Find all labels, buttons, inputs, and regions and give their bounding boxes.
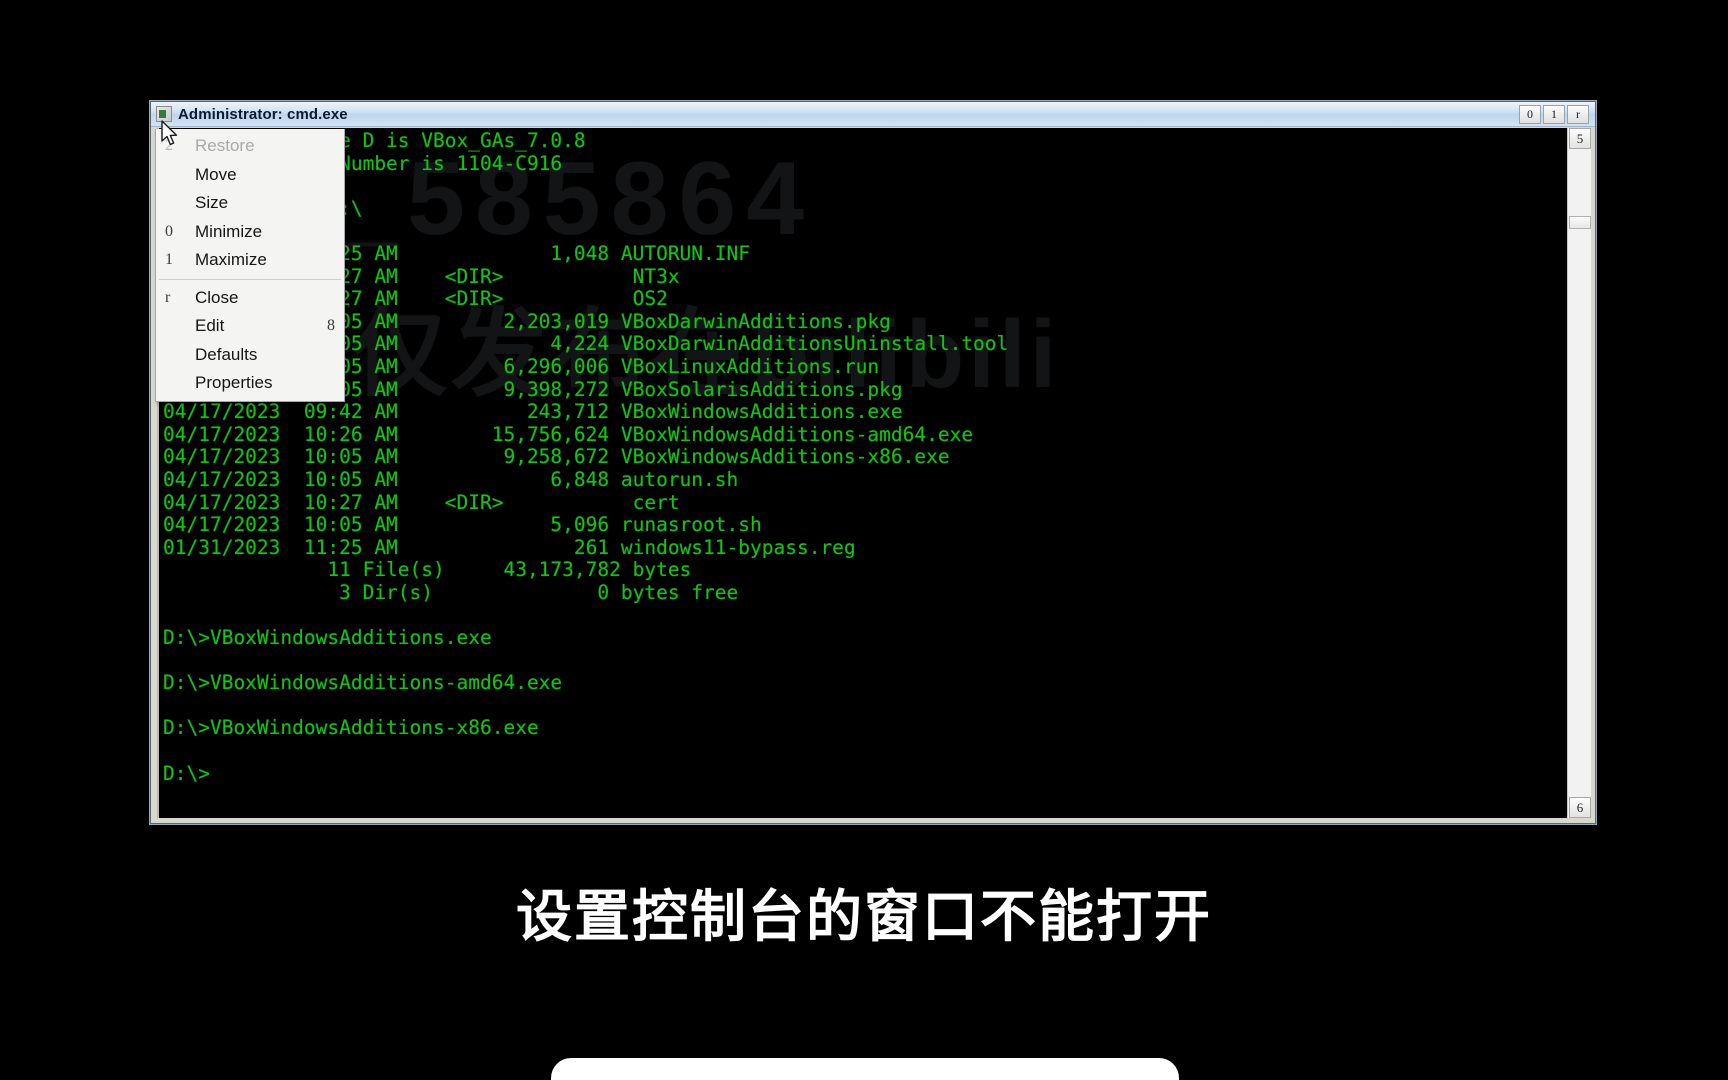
menu-item-edit[interactable]: Edit 8 <box>156 312 344 341</box>
screen: Administrator: cmd.exe 0 1 r bili_585864… <box>0 0 1728 1080</box>
menu-accel-close: r <box>165 288 171 306</box>
menu-item-properties[interactable]: Properties <box>156 369 344 398</box>
vertical-scrollbar[interactable]: 5 6 <box>1567 128 1591 818</box>
menu-separator <box>159 278 341 280</box>
minimize-button[interactable]: 0 <box>1519 105 1541 124</box>
scrollbar-thumb[interactable] <box>1569 216 1591 229</box>
console-output-area[interactable]: bili_585864 视频仅发布在bilibili Volume in dri… <box>157 128 1591 818</box>
menu-accel-minimize: 0 <box>165 222 173 240</box>
menu-label-size: Size <box>195 193 229 213</box>
menu-accel-maximize: 1 <box>165 251 173 269</box>
menu-label-close: Close <box>195 287 239 307</box>
menu-label-minimize: Minimize <box>195 221 263 241</box>
menu-label-defaults: Defaults <box>195 344 258 364</box>
close-button[interactable]: r <box>1567 105 1589 124</box>
maximize-button[interactable]: 1 <box>1543 105 1565 124</box>
system-menu[interactable]: 2 Restore Move Size 0 Minimize 1 Maximiz… <box>155 129 345 402</box>
caption-button-group: 0 1 r <box>1519 105 1589 124</box>
scroll-up-button[interactable]: 5 <box>1569 128 1591 149</box>
title-bar[interactable]: Administrator: cmd.exe 0 1 r <box>151 102 1595 127</box>
bottom-panel <box>551 1058 1179 1080</box>
menu-label-properties: Properties <box>195 373 273 393</box>
menu-item-size[interactable]: Size <box>156 189 344 218</box>
scroll-down-button[interactable]: 6 <box>1569 797 1591 818</box>
menu-label-move: Move <box>195 164 237 184</box>
menu-label-restore: Restore <box>195 136 255 156</box>
menu-item-minimize[interactable]: 0 Minimize <box>156 218 344 247</box>
window-title: Administrator: cmd.exe <box>178 105 348 123</box>
menu-item-maximize[interactable]: 1 Maximize <box>156 246 344 275</box>
console-window[interactable]: Administrator: cmd.exe 0 1 r bili_585864… <box>150 101 1596 824</box>
menu-item-close[interactable]: r Close <box>156 284 344 313</box>
menu-accel-restore: 2 <box>165 137 173 155</box>
subtitle-text: 设置控制台的窗口不能打开 <box>516 885 1212 950</box>
menu-item-defaults[interactable]: Defaults <box>156 341 344 370</box>
menu-item-restore[interactable]: 2 Restore <box>156 132 344 161</box>
menu-submenu-indicator-edit: 8 <box>327 317 335 335</box>
menu-label-maximize: Maximize <box>195 250 267 270</box>
menu-label-edit: Edit <box>195 316 225 336</box>
menu-item-move[interactable]: Move <box>156 161 344 190</box>
cmd-console-icon[interactable] <box>156 106 172 122</box>
